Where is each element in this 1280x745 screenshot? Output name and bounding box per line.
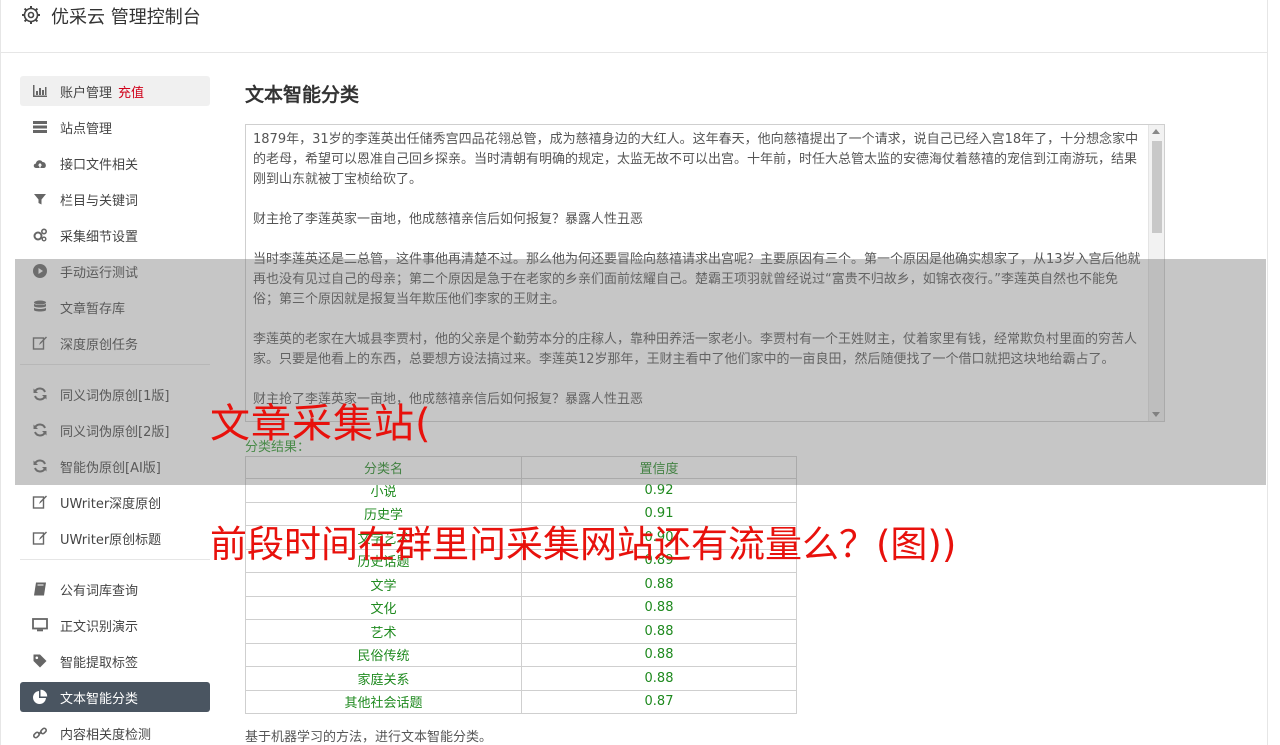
footer-note: 基于机器学习的方法，进行文本智能分类。 — [245, 730, 493, 745]
category-cell: 文化 — [245, 595, 522, 620]
bar-chart-icon — [32, 83, 48, 99]
confidence-cell: 0.88 — [521, 595, 797, 620]
recharge-link[interactable]: 充值 — [118, 82, 144, 101]
edit-icon — [32, 530, 48, 546]
sidebar-item-sites[interactable]: 站点管理 — [20, 112, 210, 142]
content-area: 文本智能分类 — [245, 80, 1165, 110]
sidebar-item-label: 账户管理 — [60, 85, 113, 101]
sidebar-item-interface-files[interactable]: 接口文件相关 — [20, 148, 210, 178]
table-row: 艺术 0.88 — [245, 619, 797, 644]
sidebar-item-label: UWriter原创标题 — [60, 532, 162, 548]
overlay-headline: 文章采集站( — [210, 401, 432, 447]
monitor-icon — [32, 617, 48, 633]
sidebar-item-label: 内容相关度检测 — [60, 727, 152, 743]
gray-overlay-band — [15, 259, 1266, 485]
confidence-cell: 0.88 — [521, 572, 797, 597]
sidebar-item-label: UWriter深度原创 — [60, 496, 162, 512]
category-cell: 民俗传统 — [245, 642, 522, 667]
scrollbar-thumb[interactable] — [1152, 141, 1162, 233]
sidebar-item-label: 站点管理 — [60, 121, 113, 137]
sidebar-item-public-dict[interactable]: 公有词库查询 — [20, 574, 210, 604]
table-row: 其他社会话题 0.87 — [245, 689, 797, 714]
sidebar-item-relevance[interactable]: 内容相关度检测 — [20, 718, 210, 745]
sidebar-item-account[interactable]: 账户管理 充值 — [20, 76, 210, 106]
edit-icon — [32, 494, 48, 510]
confidence-cell: 0.88 — [521, 619, 797, 644]
classification-table: 分类名 置信度 小说 0.92 历史学 0.91 文学艺术 0.90 历史话题 0.89… — [245, 456, 797, 714]
table-row: 文化 0.88 — [245, 595, 797, 620]
text-paragraph: 财主抢了李莲英家一亩地，他成慈禧亲信后如何报复？暴露人性丑恶 — [253, 212, 644, 227]
sidebar-item-columns-keywords[interactable]: 栏目与关键词 — [20, 184, 210, 214]
pie-chart-icon — [32, 689, 48, 705]
overlay-subheadline: 前段时间在群里问采集网站还有流量么？(图)) — [210, 523, 957, 566]
sidebar-item-text-classification[interactable]: 文本智能分类 — [20, 682, 210, 712]
sidebar-item-label: 栏目与关键词 — [60, 193, 139, 209]
sidebar-item-uwriter-deep[interactable]: UWriter深度原创 — [20, 487, 210, 517]
sidebar-item-smart-tags[interactable]: 智能提取标签 — [20, 646, 210, 676]
sidebar-divider — [20, 559, 210, 560]
sidebar-item-label: 接口文件相关 — [60, 157, 139, 173]
text-paragraph: 1879年，31岁的李莲英出任储秀宫四品花翎总管，成为慈禧身边的大红人。这年春天… — [253, 132, 1139, 187]
book-icon — [32, 581, 48, 597]
app-title: 优采云 管理控制台 — [51, 7, 201, 28]
table-row: 家庭关系 0.88 — [245, 666, 797, 691]
scroll-up-icon[interactable] — [1152, 129, 1160, 134]
category-cell: 家庭关系 — [245, 666, 522, 691]
sidebar-item-label: 采集细节设置 — [60, 229, 139, 245]
sidebar-item-label: 正文识别演示 — [60, 619, 139, 635]
filter-icon — [32, 191, 48, 207]
sidebar-item-label: 文本智能分类 — [60, 691, 139, 707]
category-cell: 其他社会话题 — [245, 689, 522, 714]
sidebar-item-collect-settings[interactable]: 采集细节设置 — [20, 220, 210, 250]
link-icon — [32, 725, 48, 741]
confidence-cell: 0.88 — [521, 666, 797, 691]
category-cell: 文学 — [245, 572, 522, 597]
tag-icon — [32, 653, 48, 669]
sidebar-item-uwriter-title[interactable]: UWriter原创标题 — [20, 523, 210, 553]
gear-icon — [22, 6, 40, 24]
page-title: 文本智能分类 — [245, 84, 360, 106]
confidence-cell: 0.88 — [521, 642, 797, 667]
sidebar-item-label: 智能提取标签 — [60, 655, 139, 671]
sidebar-item-text-recognition[interactable]: 正文识别演示 — [20, 610, 210, 640]
table-row: 民俗传统 0.88 — [245, 642, 797, 667]
category-cell: 艺术 — [245, 619, 522, 644]
top-bar: 优采云 管理控制台 — [0, 0, 1268, 53]
confidence-cell: 0.87 — [521, 689, 797, 714]
table-row: 文学 0.88 — [245, 572, 797, 597]
cloud-upload-icon — [32, 155, 48, 171]
sidebar-item-label: 公有词库查询 — [60, 583, 139, 599]
gears-icon — [32, 227, 48, 243]
server-icon — [32, 119, 48, 135]
